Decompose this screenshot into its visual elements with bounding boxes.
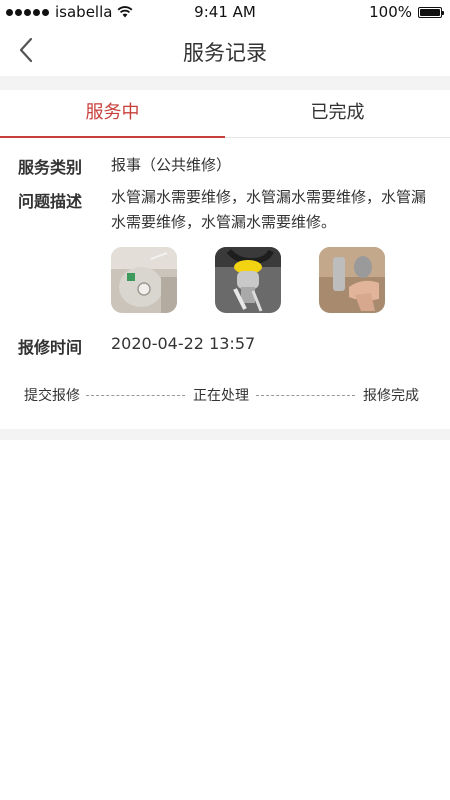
step-processing: 正在处理: [193, 388, 249, 404]
time-value: 2020-04-22 13:57: [111, 334, 256, 353]
step-submitted: 提交报修: [24, 388, 80, 404]
photo-thumbnail[interactable]: [215, 247, 281, 313]
leak-photo-1: [111, 247, 177, 313]
category-row: 服务类别 报事（公共维修）: [18, 154, 231, 178]
tab-bar: 服务中 已完成: [0, 90, 450, 138]
step-completed: 报修完成: [363, 388, 419, 404]
battery-percent: 100%: [369, 3, 412, 21]
tab-completed[interactable]: 已完成: [225, 90, 450, 137]
step-connector: [256, 395, 355, 396]
description-value: 水管漏水需要维修，水管漏水需要维修，水管漏水需要维修，水管漏水需要维修。: [111, 188, 427, 231]
time-row: 报修时间 2020-04-22 13:57: [18, 334, 255, 358]
section-divider: [0, 429, 450, 440]
tab-in-service[interactable]: 服务中: [0, 90, 225, 138]
nav-bar: 服务记录: [0, 24, 450, 76]
battery-icon: [418, 6, 444, 18]
photo-list: [111, 247, 385, 313]
description-row: 问题描述 水管漏水需要维修，水管漏水需要维修，水管漏水需要维修，水管漏水需要维修…: [18, 188, 426, 235]
leak-photo-3: [319, 247, 385, 313]
description-label: 问题描述: [18, 192, 83, 211]
category-label: 服务类别: [18, 158, 83, 177]
step-connector: [86, 395, 185, 396]
category-value: 报事（公共维修）: [111, 156, 232, 174]
leak-photo-2: [215, 247, 281, 313]
time-label: 报修时间: [18, 338, 83, 357]
battery-level: [420, 8, 440, 16]
photo-thumbnail[interactable]: [111, 247, 177, 313]
status-bar: isabella 9:41 AM 100%: [0, 0, 450, 24]
page-title: 服务记录: [183, 41, 267, 65]
status-right: 100%: [369, 3, 444, 21]
battery-tip: [442, 10, 444, 15]
section-divider: [0, 76, 450, 90]
photo-thumbnail[interactable]: [319, 247, 385, 313]
progress-steps: 提交报修 正在处理 报修完成: [0, 383, 450, 407]
